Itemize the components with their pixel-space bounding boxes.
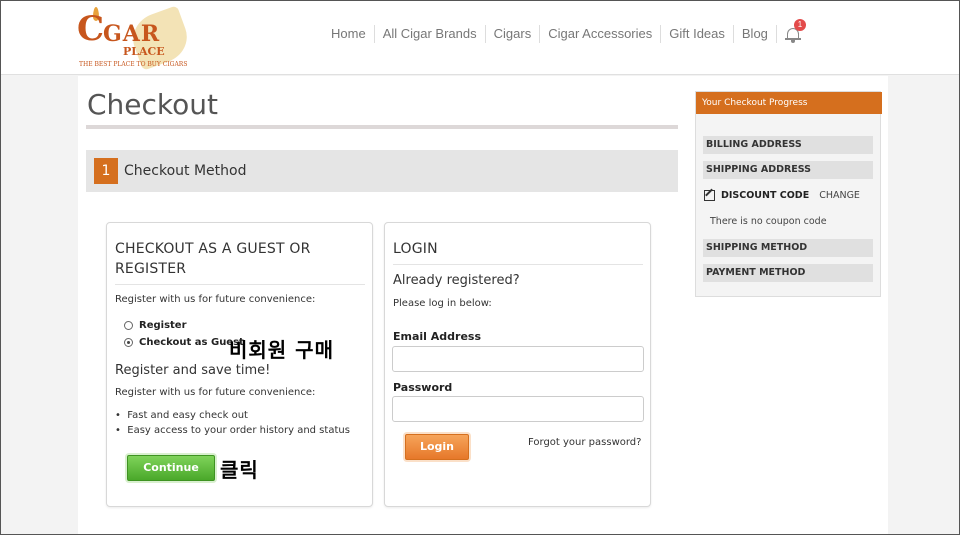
title-divider	[86, 125, 678, 129]
radio-button-checked[interactable]	[124, 338, 133, 347]
step-label: Checkout Method	[124, 163, 247, 179]
divider	[393, 264, 643, 265]
nav-gift-ideas[interactable]: Gift Ideas	[661, 25, 734, 43]
guest-box-title: CHECKOUT AS A GUEST OR REGISTER	[115, 241, 311, 277]
forgot-password-link[interactable]: Forgot your password?	[528, 437, 641, 448]
radio-register-label: Register	[139, 320, 187, 331]
benefits-intro: Register with us for future convenience:	[115, 387, 316, 398]
nav-cigars[interactable]: Cigars	[486, 25, 541, 43]
login-box: LOGIN Already registered? Please log in …	[384, 222, 651, 507]
password-field[interactable]	[392, 396, 644, 422]
progress-payment-method: PAYMENT METHOD	[703, 264, 873, 282]
progress-title: Your Checkout Progress	[696, 92, 882, 114]
checkout-progress: Your Checkout Progress BILLING ADDRESS S…	[695, 91, 882, 297]
edit-icon	[704, 190, 715, 201]
nav-cigar-accessories[interactable]: Cigar Accessories	[540, 25, 662, 43]
site-header: C GAR PLACE THE BEST PLACE TO BUY CIGARS…	[1, 1, 959, 75]
already-registered: Already registered?	[393, 273, 520, 288]
nav-home[interactable]: Home	[323, 25, 375, 43]
email-label: Email Address	[393, 330, 482, 343]
please-log-in: Please log in below:	[393, 298, 492, 309]
radio-register[interactable]: Register	[124, 320, 187, 331]
change-link[interactable]: CHANGE	[819, 190, 860, 201]
logo-place: PLACE	[123, 45, 165, 58]
nav-all-cigar-brands[interactable]: All Cigar Brands	[375, 25, 486, 43]
site-logo[interactable]: C GAR PLACE THE BEST PLACE TO BUY CIGARS	[77, 5, 197, 71]
radio-button[interactable]	[124, 321, 133, 330]
progress-shipping: SHIPPING ADDRESS	[703, 161, 873, 179]
email-field[interactable]	[392, 346, 644, 372]
register-intro: Register with us for future convenience:	[115, 294, 316, 305]
radio-guest[interactable]: Checkout as Guest	[124, 337, 244, 348]
discount-label: DISCOUNT CODE	[721, 190, 810, 201]
password-label: Password	[393, 381, 453, 394]
progress-billing: BILLING ADDRESS	[703, 136, 873, 154]
divider	[115, 284, 365, 285]
step-number: 1	[94, 158, 118, 184]
logo-gar: GAR	[103, 21, 161, 47]
progress-discount: DISCOUNT CODE CHANGE	[704, 190, 860, 201]
register-subheading: Register and save time!	[115, 363, 271, 378]
page-title: Checkout	[87, 88, 218, 121]
bell-icon[interactable]: 1	[784, 19, 806, 43]
list-item: • Fast and easy check out	[115, 410, 248, 421]
no-coupon-text: There is no coupon code	[710, 216, 827, 227]
continue-button[interactable]: Continue	[127, 455, 215, 481]
list-item: • Easy access to your order history and …	[115, 425, 350, 436]
progress-shipping-method: SHIPPING METHOD	[703, 239, 873, 257]
notification-badge: 1	[793, 19, 806, 31]
annotation-click: 클릭	[220, 458, 259, 482]
login-button[interactable]: Login	[405, 434, 469, 460]
main-nav: Home All Cigar Brands Cigars Cigar Acces…	[323, 19, 806, 43]
nav-blog[interactable]: Blog	[734, 25, 777, 43]
benefits-list: • Fast and easy check out • Easy access …	[115, 408, 350, 438]
login-title: LOGIN	[393, 241, 438, 257]
logo-tagline: THE BEST PLACE TO BUY CIGARS	[79, 61, 188, 68]
step-header[interactable]: 1 Checkout Method	[86, 150, 678, 192]
logo-c: C	[77, 9, 105, 49]
annotation-guest-purchase: 비회원 구매	[229, 338, 334, 362]
